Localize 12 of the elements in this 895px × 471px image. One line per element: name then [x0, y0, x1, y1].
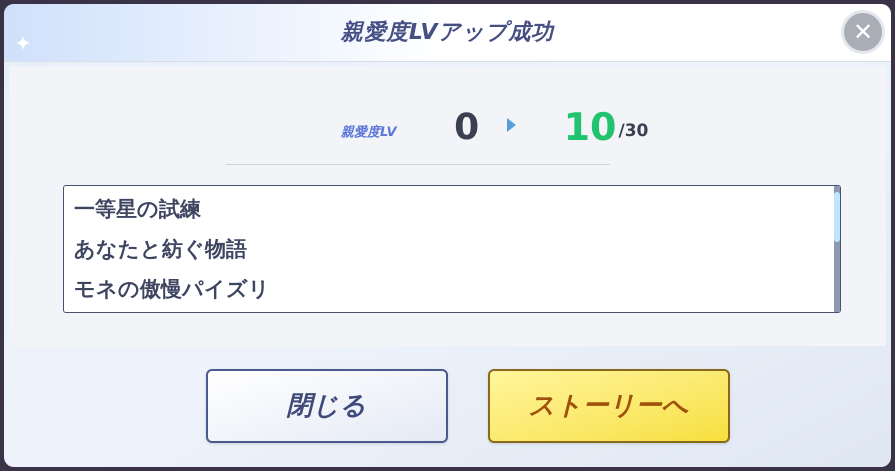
- previous-level: 0: [453, 110, 480, 146]
- story-button[interactable]: ストーリーへ: [488, 369, 730, 443]
- dialog-title: 親愛度LVアップ成功: [341, 18, 554, 47]
- max-level: /30: [618, 120, 648, 142]
- arrow-icon: [506, 118, 516, 132]
- story-title: あなたと紡ぐ物語: [74, 236, 247, 263]
- story-title: モネの傲慢パイズリ: [74, 276, 270, 303]
- affection-label: 親愛度LV: [340, 124, 397, 142]
- sparkle-icon: [16, 36, 30, 50]
- new-level: 10: [564, 108, 616, 146]
- close-dialog-button[interactable]: 閉じる: [206, 369, 448, 443]
- story-title: 一等星の試練: [74, 196, 201, 223]
